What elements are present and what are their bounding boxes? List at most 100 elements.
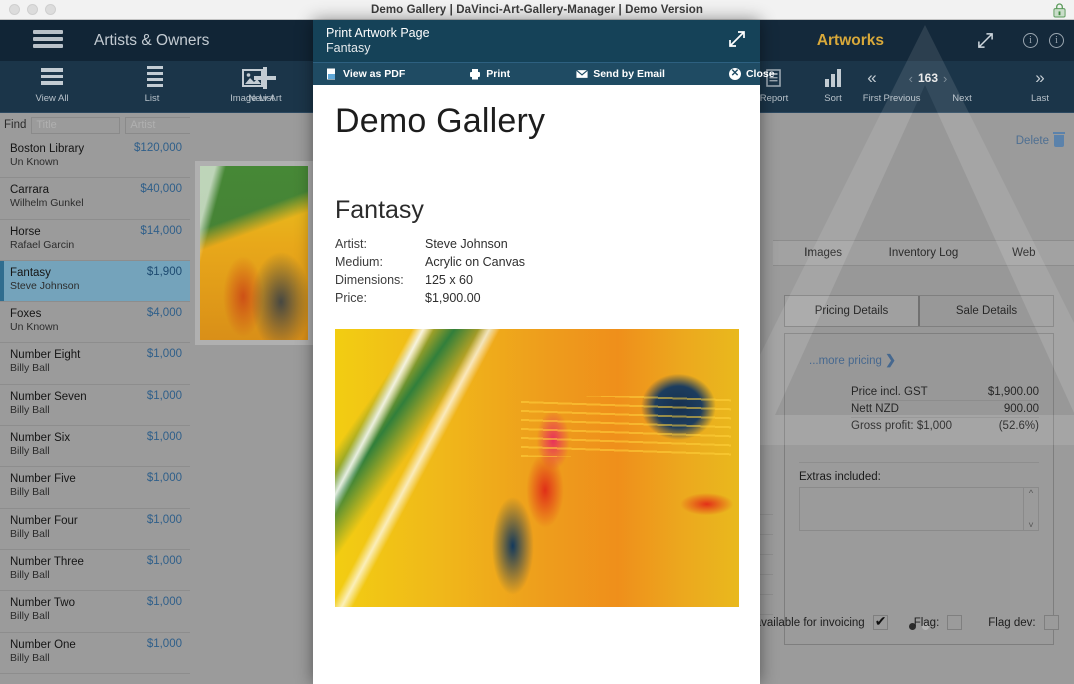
send-by-email-button[interactable]: Send by Email [576,68,665,80]
artwork-item-price: $4,000 [146,307,182,320]
pager-label: Last [1031,93,1049,104]
application-window: Demo Gallery | DaVinci-Art-Gallery-Manag… [0,0,1074,684]
panel-tab[interactable]: Inventory Log [873,247,973,259]
envelope-icon [576,69,589,78]
print-button[interactable]: Print [469,68,510,80]
pager-label: Previous [883,93,921,104]
expand-arrows-icon[interactable] [728,30,746,48]
price-value: $1,900.00 [987,386,1039,398]
stacked-bars-icon [20,66,84,90]
artwork-title-heading: Fantasy [335,196,424,224]
panel-tabs[interactable]: Images Inventory Log Web [773,240,1074,266]
artwork-item-price: $40,000 [140,183,182,196]
search-title-input[interactable] [31,116,121,134]
action-label: Send by Email [593,68,665,80]
delete-label: Delete [1015,135,1049,147]
printer-icon [470,69,481,80]
meta-key: Dimensions: [335,273,404,287]
artwork-item-price: $1,000 [146,348,182,361]
artwork-list-item[interactable]: Fantasy Steve Johnson $1,900 [0,260,190,303]
find-bar: Find [0,113,209,137]
nav-right-section: Artworks i i [763,20,1074,61]
price-label: Gross profit: $1,000 [851,420,952,432]
modal-title: Print Artwork Page [326,26,430,40]
abstract-painting-thumbnail [200,166,308,340]
artwork-item-artist: Billy Ball [10,651,50,664]
modal-action-bar: View as PDF Print Send by Email ✕ Close [313,62,775,85]
toolbar-label: List [144,93,160,104]
price-value: 900.00 [1003,403,1039,415]
extras-label: Extras included: [799,462,1039,483]
toolbar-list-button[interactable]: List [120,66,184,104]
price-row: Nett NZD 900.00 [851,401,1039,418]
artwork-list-item[interactable]: Number One Billy Ball $1,000 [0,633,190,674]
scroll-up-icon[interactable]: ^ [1029,488,1033,498]
artwork-list-item[interactable]: Number Seven Billy Ball $1,000 [0,385,190,427]
modal-meta-row: Medium: Acrylic on Canvas [335,253,738,271]
toolbar-view-all-button[interactable]: View All [20,66,84,104]
artwork-item-artist: Billy Ball [10,403,50,416]
toolbar-label: New Art [248,93,282,104]
find-label: Find [4,119,27,131]
more-pricing-link[interactable]: ...more pricing ❯ [809,352,1053,368]
record-pager: « First ‹ 163 › Previous Next » Last [844,66,1068,104]
action-label: Print [486,68,511,80]
modal-meta-row: Dimensions: 125 x 60 [335,271,738,289]
close-modal-button[interactable]: ✕ Close [728,68,775,80]
modal-body: Demo Gallery Fantasy Artist: Steve Johnso… [313,85,760,684]
artwork-item-artist: Rafael Garcin [10,238,75,251]
artwork-metadata: Artist: Steve Johnson Medium: Acrylic on Ca… [335,235,738,307]
extras-included-field[interactable]: ^ ˅ [799,487,1039,531]
view-as-pdf-button[interactable]: View as PDF [326,68,405,80]
artwork-list-item[interactable]: Number Three Billy Ball $1,000 [0,550,190,592]
tab-sale-details[interactable]: Sale Details [920,296,1053,326]
artwork-list-item[interactable]: Number Five Billy Ball $1,000 [0,467,190,509]
artwork-list-item[interactable]: Number Eight Billy Ball $1,000 [0,343,190,385]
flag-checkbox[interactable] [947,615,963,630]
info-circle-icon[interactable]: i [1023,33,1038,48]
artwork-list-item[interactable]: Number Four Billy Ball $1,000 [0,509,190,550]
artwork-list-item[interactable]: Carrara Wilhelm Gunkel $40,000 [0,178,190,220]
panel-tab[interactable]: Web [974,247,1074,259]
pricing-subtabs[interactable]: Pricing Details Sale Details [784,295,1054,327]
artwork-item-price: $1,000 [146,431,182,444]
pager-last-button[interactable]: » Last [1012,66,1068,104]
artwork-item-artist: Billy Ball [10,486,50,499]
artwork-item-price: $1,900 [146,265,182,278]
plus-icon [233,66,297,90]
flag-dev-label: Flag dev: [988,616,1036,629]
artwork-list-item[interactable]: Boston Library Un Known $120,000 [0,137,190,179]
price-label: Price incl. GST [851,386,928,398]
extras-scrollbar[interactable]: ^ ˅ [1023,488,1038,530]
price-value: (52.6%) [998,420,1039,432]
chevron-right-icon: › [943,70,948,86]
panel-tab[interactable]: Images [773,247,873,259]
artwork-list-item[interactable]: Horse Rafael Garcin $14,000 [0,220,190,261]
invoicing-checkbox[interactable] [872,613,888,630]
scroll-down-icon[interactable]: ˅ [1028,520,1033,530]
flag-dev-checkbox[interactable] [1043,615,1059,630]
hamburger-menu-icon[interactable] [33,30,63,51]
artwork-list-item[interactable]: Foxes Un Known $4,000 [0,302,190,344]
artwork-item-artist: Billy Ball [10,527,50,540]
toolbar-label: View All [35,93,69,104]
toolbar-new-art-button[interactable]: New Art [233,66,297,104]
artwork-item-artist: Billy Ball [10,568,50,581]
delete-button[interactable]: Delete [1015,132,1065,147]
artwork-thumbnail[interactable] [195,161,313,345]
artwork-list-item[interactable]: Number Six Billy Ball $1,000 [0,426,190,468]
abstract-painting-image [335,329,739,607]
artwork-item-price: $1,000 [146,389,182,402]
info-circle-icon[interactable]: i [1049,33,1064,48]
flag-label: Flag: [913,616,940,629]
page-title: Artworks [816,31,884,49]
modal-subtitle: Fantasy [326,41,371,55]
tab-pricing-details[interactable]: Pricing Details [785,296,920,326]
artwork-list[interactable]: Boston Library Un Known $120,000 Carrara Wil… [0,137,190,674]
artwork-item-price: $1,000 [146,513,182,526]
price-table: Price incl. GST $1,900.00 Nett NZD 900.00 Gr… [851,384,1039,434]
artwork-list-item[interactable]: Number Two Billy Ball $1,000 [0,591,190,633]
pager-next-button[interactable]: Next [952,66,1012,104]
expand-arrows-icon[interactable] [977,32,994,49]
nav-artists-owners-label[interactable]: Artists & Owners [94,32,209,50]
